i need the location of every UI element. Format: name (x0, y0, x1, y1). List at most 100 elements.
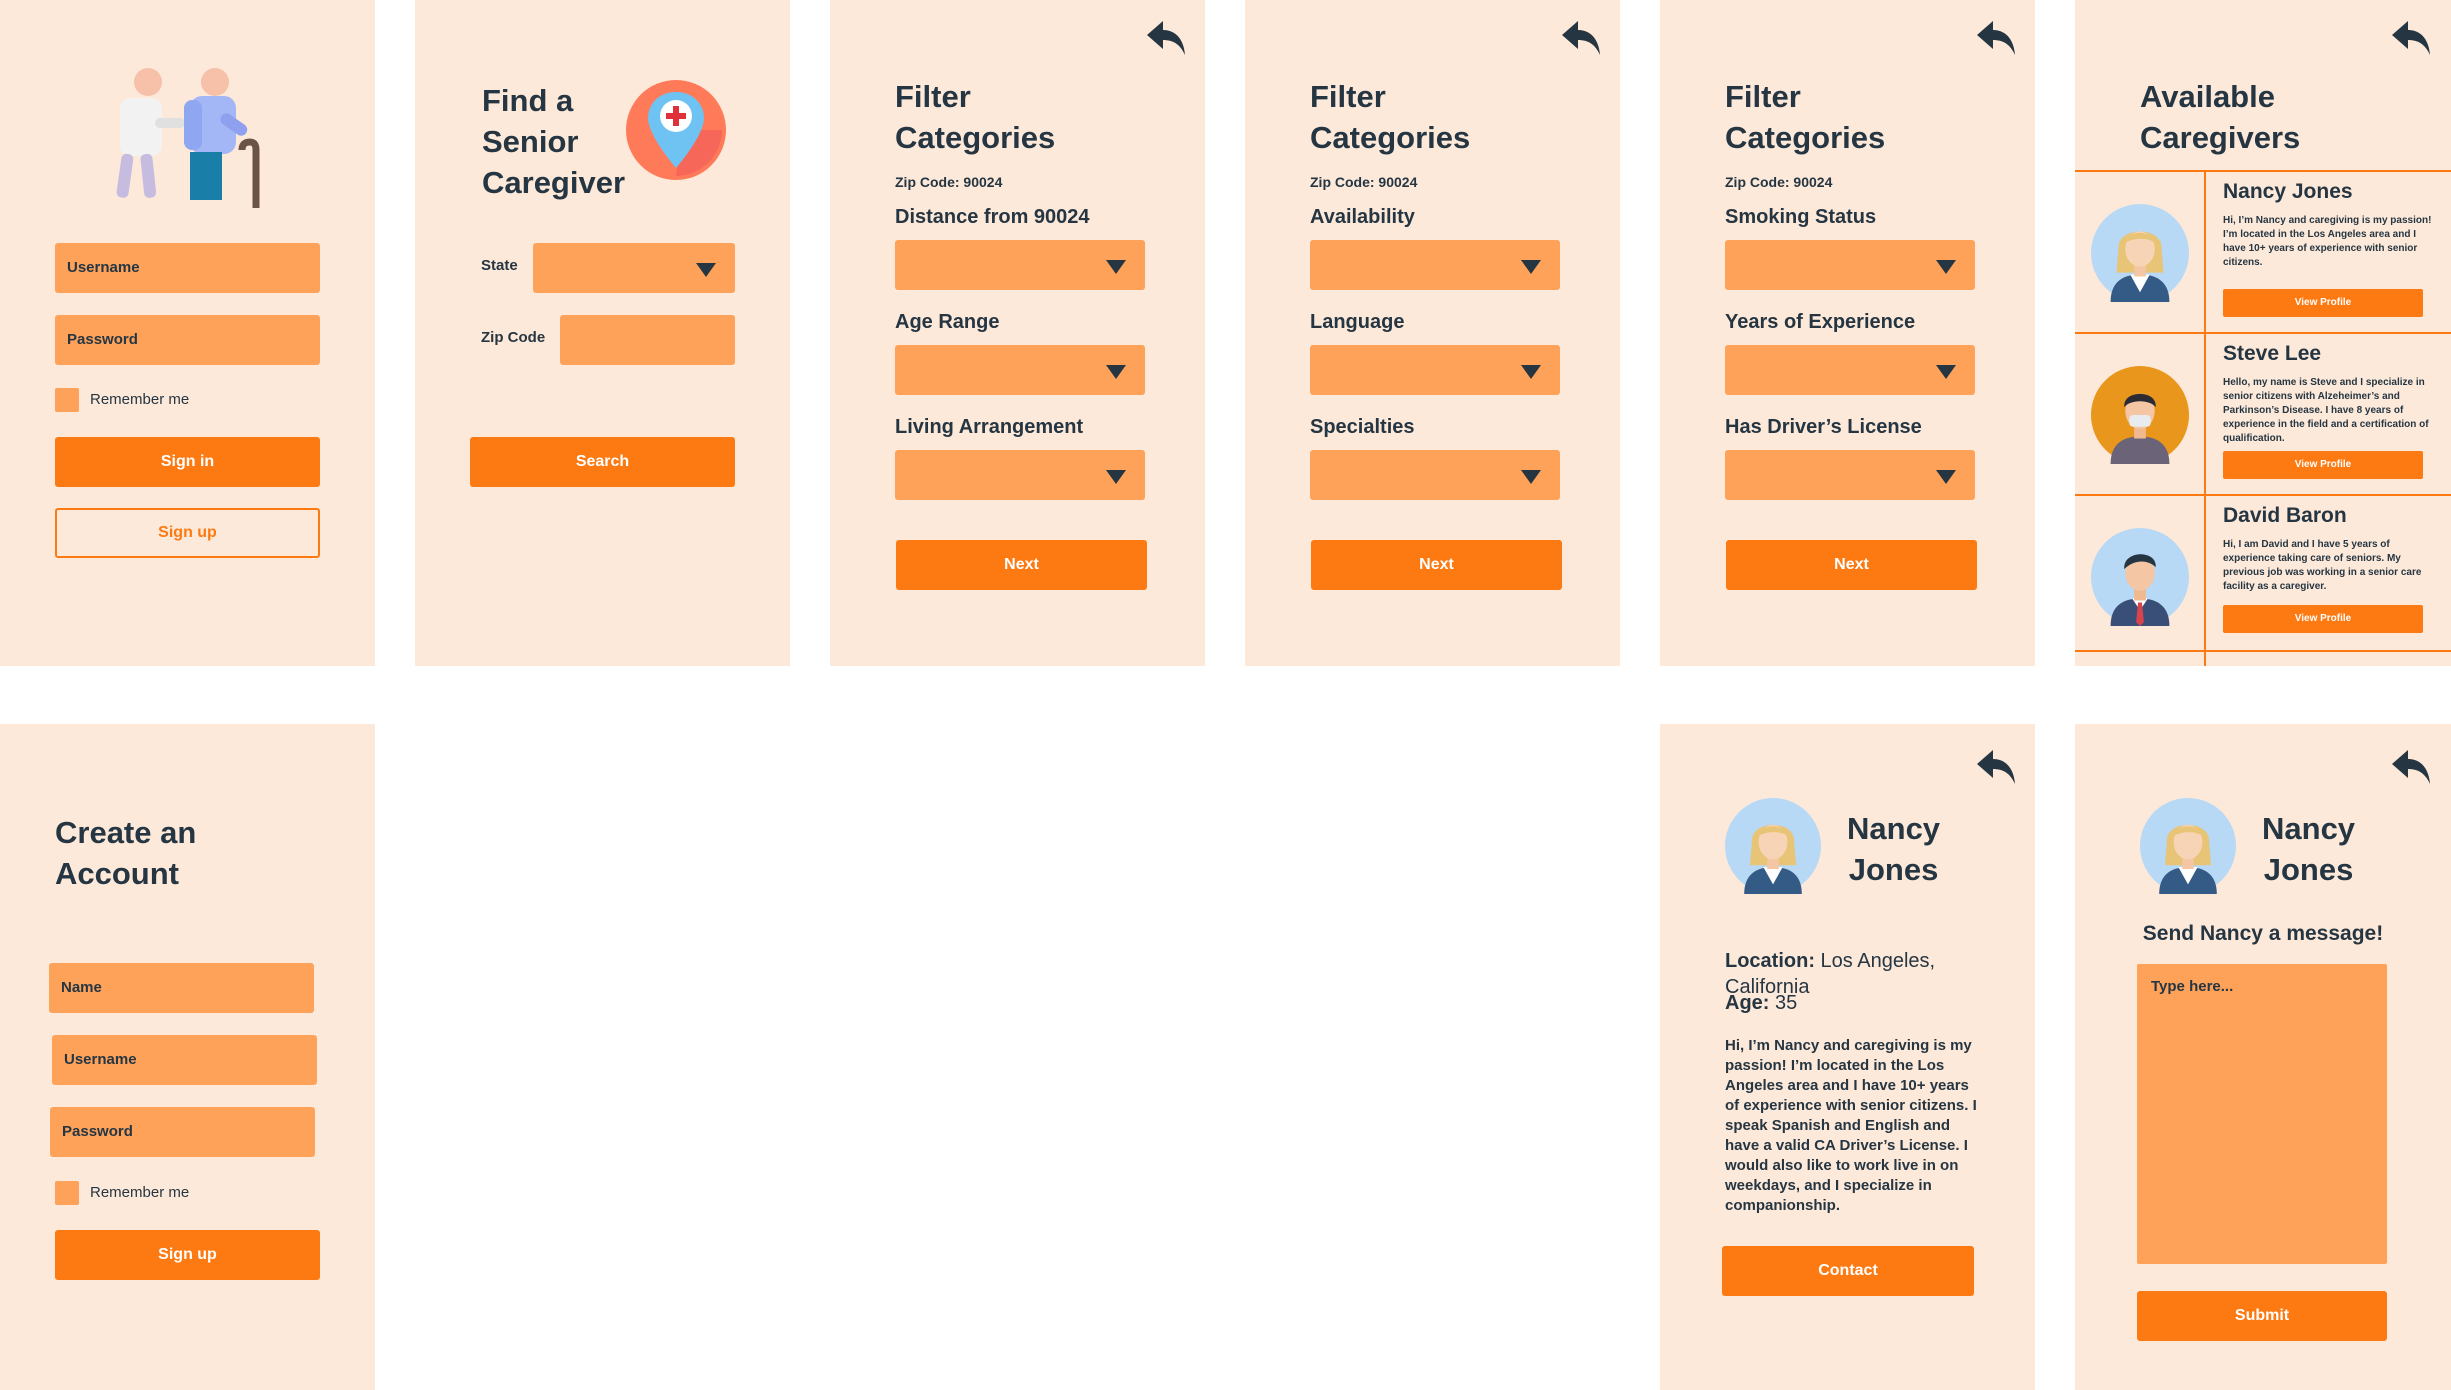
next-button[interactable]: Next (896, 540, 1147, 590)
next-button[interactable]: Next (1311, 540, 1562, 590)
back-arrow-icon[interactable] (2390, 746, 2434, 790)
age-range-select[interactable] (895, 345, 1145, 395)
age-label: Age: (1725, 992, 1770, 1014)
divider (2204, 170, 2206, 666)
sign-in-button[interactable]: Sign in (55, 437, 320, 487)
avatar-icon (2091, 366, 2189, 464)
specialties-label: Specialties (1310, 416, 1415, 438)
name-input[interactable]: Name (49, 963, 314, 1013)
page-title: Filter Categories (895, 79, 1056, 155)
state-label: State (481, 257, 518, 274)
zip-code-text: Zip Code: 90024 (1310, 174, 1418, 190)
state-select[interactable] (533, 243, 735, 293)
remember-me-checkbox[interactable] (55, 388, 79, 412)
filter-screen-2: Filter Categories Zip Code: 90024 Availa… (1245, 0, 1620, 666)
available-caregivers-screen: Available Caregivers Nancy Jones Hi, I’m… (2075, 0, 2451, 666)
view-profile-button[interactable]: View Profile (2223, 289, 2423, 317)
availability-select[interactable] (1310, 240, 1560, 290)
caregiver-profile-screen: Nancy Jones Location: Los Angeles, Calif… (1660, 724, 2035, 1390)
chevron-down-icon (1936, 470, 1956, 484)
message-heading: Send Nancy a message! (2142, 922, 2384, 945)
zip-code-text: Zip Code: 90024 (1725, 174, 1833, 190)
location-pin-icon (626, 80, 726, 180)
distance-select[interactable] (895, 240, 1145, 290)
back-arrow-icon[interactable] (1145, 17, 1189, 61)
chevron-down-icon (1936, 365, 1956, 379)
page-title: Available Caregivers (2140, 79, 2301, 155)
chevron-down-icon (1106, 365, 1126, 379)
filter-screen-1: Filter Categories Zip Code: 90024 Distan… (830, 0, 1205, 666)
page-title: Filter Categories (1725, 79, 1886, 155)
divider (2075, 650, 2451, 652)
avatar-icon (2091, 204, 2189, 302)
divider (2075, 170, 2451, 172)
sign-up-button[interactable]: Sign up (55, 508, 320, 558)
chevron-down-icon (1936, 260, 1956, 274)
availability-label: Availability (1310, 206, 1415, 228)
message-textarea[interactable]: Type here... (2137, 964, 2387, 1264)
age-text: Age: 35 (1725, 992, 1797, 1015)
create-account-screen: Create an Account Name Username Password… (0, 724, 375, 1390)
back-arrow-icon[interactable] (1975, 746, 2019, 790)
view-profile-button[interactable]: View Profile (2223, 451, 2423, 479)
drivers-license-label: Has Driver’s License (1725, 416, 1922, 438)
page-title: Create an Account (55, 815, 197, 891)
language-select[interactable] (1310, 345, 1560, 395)
password-input[interactable]: Password (55, 315, 320, 365)
remember-me-label: Remember me (90, 391, 190, 408)
zip-code-label: Zip Code (481, 329, 546, 346)
remember-me-label: Remember me (90, 1184, 190, 1201)
chevron-down-icon (1106, 470, 1126, 484)
caregiver-bio: Hi, I am David and I have 5 years of exp… (2223, 539, 2422, 592)
page-title: Filter Categories (1310, 79, 1471, 155)
login-screen: Username Password Remember me Sign in Si… (0, 0, 375, 666)
caregiver-bio: Hello, my name is Steve and I specialize… (2223, 377, 2429, 444)
caregiver-bio: Hi, I’m Nancy and caregiving is my passi… (2223, 215, 2432, 268)
chevron-down-icon (1106, 260, 1126, 274)
zip-code-text: Zip Code: 90024 (895, 174, 1003, 190)
view-profile-button[interactable]: View Profile (2223, 605, 2423, 633)
divider (2075, 332, 2451, 334)
smoking-status-select[interactable] (1725, 240, 1975, 290)
years-experience-select[interactable] (1725, 345, 1975, 395)
profile-bio: Hi, I’m Nancy and caregiving is my passi… (1725, 1037, 1977, 1214)
back-arrow-icon[interactable] (1560, 17, 1604, 61)
living-arrangement-select[interactable] (895, 450, 1145, 500)
username-input[interactable]: Username (55, 243, 320, 293)
chevron-down-icon (1521, 260, 1541, 274)
find-caregiver-screen: Find a Senior Caregiver State Zip Code S… (415, 0, 790, 666)
chevron-down-icon (696, 263, 716, 277)
distance-label: Distance from 90024 (895, 206, 1090, 228)
contact-button[interactable]: Contact (1722, 1246, 1974, 1296)
elderly-couple-icon (116, 68, 260, 208)
profile-name: Nancy Jones (2262, 811, 2356, 887)
back-arrow-icon[interactable] (2390, 17, 2434, 61)
age-range-label: Age Range (895, 311, 1000, 333)
age-value: 35 (1769, 992, 1798, 1014)
sign-up-button[interactable]: Sign up (55, 1230, 320, 1280)
avatar-icon (2091, 528, 2189, 626)
zip-code-input[interactable] (560, 315, 735, 365)
password-input[interactable]: Password (50, 1107, 315, 1157)
page-title: Find a Senior Caregiver (482, 83, 626, 200)
divider (2075, 494, 2451, 496)
next-button[interactable]: Next (1726, 540, 1977, 590)
message-placeholder: Type here... (2151, 978, 2234, 995)
language-label: Language (1310, 311, 1405, 333)
profile-name: Nancy Jones (1847, 811, 1941, 887)
avatar-icon (1725, 798, 1821, 894)
message-screen: Nancy Jones Send Nancy a message! Type h… (2075, 724, 2451, 1390)
filter-screen-3: Filter Categories Zip Code: 90024 Smokin… (1660, 0, 2035, 666)
specialties-select[interactable] (1310, 450, 1560, 500)
back-arrow-icon[interactable] (1975, 17, 2019, 61)
location-text: Location: Los Angeles, California (1725, 922, 1985, 1000)
caregiver-name: Steve Lee (2223, 342, 2322, 365)
submit-button[interactable]: Submit (2137, 1291, 2387, 1341)
drivers-license-select[interactable] (1725, 450, 1975, 500)
location-label: Location: (1725, 950, 1815, 972)
remember-me-checkbox[interactable] (55, 1181, 79, 1205)
caregiver-name: David Baron (2223, 504, 2347, 527)
username-input[interactable]: Username (52, 1035, 317, 1085)
living-arrangement-label: Living Arrangement (895, 416, 1084, 438)
search-button[interactable]: Search (470, 437, 735, 487)
